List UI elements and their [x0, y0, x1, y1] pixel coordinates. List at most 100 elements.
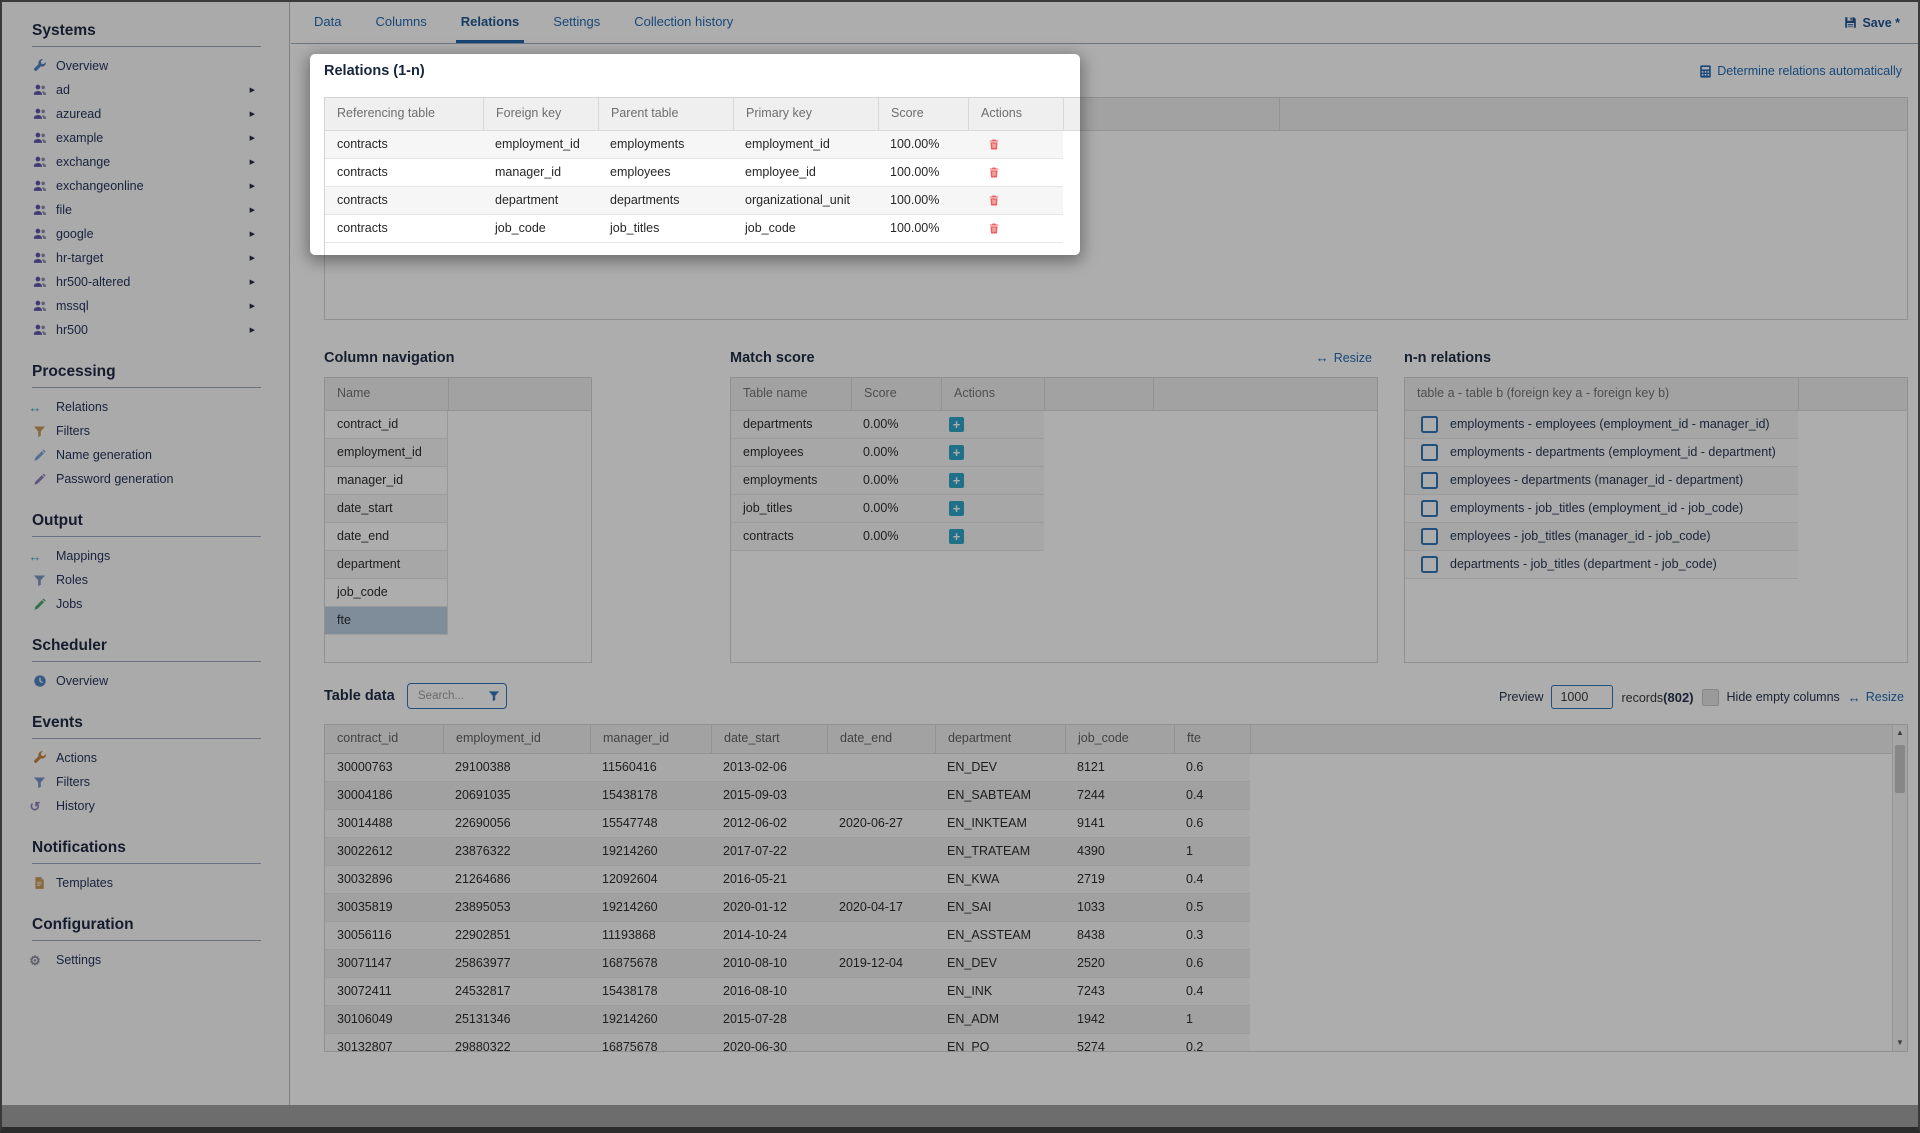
column-nav-row-fte[interactable]: fte	[325, 607, 448, 635]
save-label: Save *	[1862, 16, 1900, 30]
column-nav-row-employment-id[interactable]: employment_id	[325, 439, 448, 467]
column-nav-row-date-start[interactable]: date_start	[325, 495, 448, 523]
nn-relation-row[interactable]: employees - job_titles (manager_id - job…	[1405, 523, 1798, 551]
sidebar-item-mappings[interactable]: ↔Mappings	[32, 544, 289, 568]
column-nav-row-manager-id[interactable]: manager_id	[325, 467, 448, 495]
sidebar-item-hr500[interactable]: hr500▶	[32, 318, 289, 342]
sidebar-item-name-generation[interactable]: Name generation	[32, 443, 289, 467]
nn-relation-checkbox[interactable]	[1421, 416, 1438, 433]
column-header-table-name: Table name	[731, 378, 851, 410]
sidebar-item-filters[interactable]: Filters	[32, 770, 289, 794]
sidebar-item-history[interactable]: ↺History	[32, 794, 289, 818]
cell-employment-id: 23876322	[443, 838, 590, 865]
sidebar-item-hr-target[interactable]: hr-target▶	[32, 246, 289, 270]
add-relation-button[interactable]: +	[949, 501, 964, 516]
chevron-right-icon: ▶	[250, 254, 255, 262]
sidebar-item-label: hr500	[56, 323, 88, 337]
delete-relation-button[interactable]	[984, 215, 1004, 242]
users-icon	[32, 299, 47, 314]
cell-manager-id: 15438178	[590, 782, 711, 809]
nn-relation-row[interactable]: employments - departments (employment_id…	[1405, 439, 1798, 467]
sidebar-item-overview[interactable]: Overview	[32, 54, 289, 78]
nn-relation-row[interactable]: departments - job_titles (department - j…	[1405, 551, 1798, 579]
add-relation-button[interactable]: +	[949, 529, 964, 544]
cell-employment-id: 22902851	[443, 922, 590, 949]
scroll-down-arrow[interactable]: ▼	[1893, 1035, 1907, 1051]
sidebar-sections: Systems Overviewad▶azuread▶example▶excha…	[32, 22, 289, 972]
tab-data[interactable]: Data	[309, 2, 346, 43]
section-divider	[32, 387, 261, 388]
tab-columns[interactable]: Columns	[370, 2, 431, 43]
sidebar-item-exchangeonline[interactable]: exchangeonline▶	[32, 174, 289, 198]
scroll-up-arrow[interactable]: ▲	[1893, 725, 1907, 741]
nn-relation-checkbox[interactable]	[1421, 528, 1438, 545]
column-header-filler	[1250, 725, 1907, 753]
sidebar-item-file[interactable]: file▶	[32, 198, 289, 222]
column-header-score: Score	[851, 378, 941, 410]
pencil-icon	[32, 597, 47, 612]
nn-relation-row[interactable]: employees - departments (manager_id - de…	[1405, 467, 1798, 495]
nn-relation-checkbox[interactable]	[1421, 500, 1438, 517]
sidebar-item-settings[interactable]: ⚙Settings	[32, 948, 289, 972]
sidebar-item-actions[interactable]: Actions	[32, 746, 289, 770]
tab-relations[interactable]: Relations	[456, 2, 525, 43]
resize-table-data-button[interactable]: ↔ Resize	[1848, 690, 1904, 705]
column-nav-row-department[interactable]: department	[325, 551, 448, 579]
chevron-right-icon: ▶	[250, 110, 255, 118]
sidebar-item-azuread[interactable]: azuread▶	[32, 102, 289, 126]
sidebar-item-exchange[interactable]: exchange▶	[32, 150, 289, 174]
resize-match-score-button[interactable]: ↔ Resize	[1316, 350, 1372, 365]
sidebar-item-ad[interactable]: ad▶	[32, 78, 289, 102]
sidebar-item-mssql[interactable]: mssql▶	[32, 294, 289, 318]
cell-manager-id: 19214260	[590, 1006, 711, 1033]
sidebar-item-templates[interactable]: Templates	[32, 871, 289, 895]
nn-relation-checkbox[interactable]	[1421, 556, 1438, 573]
sidebar-item-hr500-altered[interactable]: hr500-altered▶	[32, 270, 289, 294]
cell-parent-table: employments	[598, 131, 733, 158]
cell-fte: 0.3	[1174, 922, 1250, 949]
search-input[interactable]	[416, 689, 488, 703]
scrollbar-thumb[interactable]	[1895, 745, 1905, 793]
sidebar-item-label: Password generation	[56, 472, 173, 486]
sidebar-item-roles[interactable]: Roles	[32, 568, 289, 592]
cell-employment-id: 24532817	[443, 978, 590, 1005]
vertical-scrollbar[interactable]: ▲ ▼	[1892, 725, 1907, 1051]
sidebar-item-overview[interactable]: Overview	[32, 669, 289, 693]
column-header-parent-table: Parent table	[598, 98, 733, 130]
cell-column-name: job_code	[325, 579, 448, 606]
add-relation-button[interactable]: +	[949, 445, 964, 460]
sidebar-item-example[interactable]: example▶	[32, 126, 289, 150]
nn-relation-row[interactable]: employments - employees (employment_id -…	[1405, 411, 1798, 439]
nn-relation-checkbox[interactable]	[1421, 472, 1438, 489]
sidebar-item-password-generation[interactable]: Password generation	[32, 467, 289, 491]
delete-relation-button[interactable]	[984, 187, 1004, 214]
sidebar-section-title: Systems	[32, 22, 289, 42]
sidebar-item-google[interactable]: google▶	[32, 222, 289, 246]
add-relation-button[interactable]: +	[949, 473, 964, 488]
cell-column-name: employment_id	[325, 439, 448, 466]
section-divider	[32, 661, 261, 662]
column-nav-row-job-code[interactable]: job_code	[325, 579, 448, 607]
nn-relation-label: employees - departments (manager_id - de…	[1450, 467, 1743, 494]
hide-empty-columns-checkbox[interactable]	[1702, 689, 1719, 706]
tab-settings[interactable]: Settings	[548, 2, 605, 43]
sidebar-item-filters[interactable]: Filters	[32, 419, 289, 443]
preview-count-input[interactable]	[1551, 685, 1613, 709]
sidebar-item-relations[interactable]: ↔Relations	[32, 395, 289, 419]
delete-relation-button[interactable]	[984, 131, 1004, 158]
nn-relation-checkbox[interactable]	[1421, 444, 1438, 461]
determine-relations-button[interactable]: Determine relations automatically	[1699, 64, 1902, 78]
section-divider	[32, 940, 261, 941]
table-data-title: Table data	[324, 686, 395, 706]
cell-department: EN_TRATEAM	[935, 838, 1065, 865]
delete-relation-button[interactable]	[984, 159, 1004, 186]
column-nav-row-date-end[interactable]: date_end	[325, 523, 448, 551]
nn-relation-row[interactable]: employments - job_titles (employment_id …	[1405, 495, 1798, 523]
save-button[interactable]: Save *	[1844, 2, 1900, 43]
table-header-row: Name	[325, 378, 591, 411]
cell-date-start: 2016-05-21	[711, 866, 827, 893]
tab-collection-history[interactable]: Collection history	[629, 2, 738, 43]
sidebar-item-jobs[interactable]: Jobs	[32, 592, 289, 616]
add-relation-button[interactable]: +	[949, 417, 964, 432]
column-nav-row-contract-id[interactable]: contract_id	[325, 411, 448, 439]
